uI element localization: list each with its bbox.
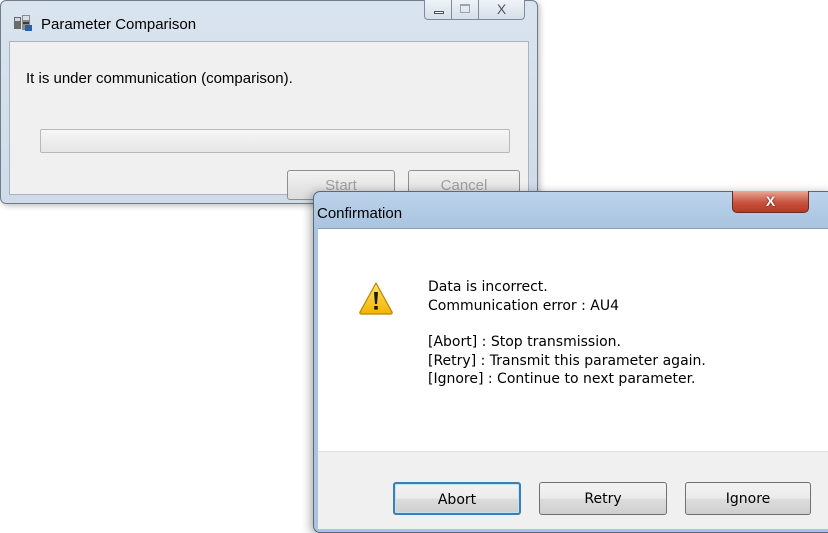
retry-button[interactable]: Retry: [539, 482, 667, 515]
close-icon: X: [765, 193, 776, 209]
parameter-app-icon: [14, 15, 32, 31]
title-bar[interactable]: Parameter Comparison X: [1, 0, 537, 37]
window-title: Parameter Comparison: [41, 16, 197, 33]
message-line: [Retry] : Transmit this parameter again.: [428, 352, 706, 369]
abort-button[interactable]: Abort: [393, 482, 521, 515]
dialog-client-area: Data is incorrect. Communication error :…: [318, 228, 828, 529]
message-line: Data is incorrect.: [428, 279, 548, 295]
dialog-button-bar: Abort Retry Ignore: [318, 451, 828, 529]
ignore-button[interactable]: Ignore: [685, 482, 811, 515]
message-line: [Ignore] : Continue to next parameter.: [428, 371, 696, 387]
message-line: Communication error : AU4: [428, 297, 620, 314]
message-line: [Abort] : Stop transmission.: [428, 334, 621, 350]
message-spacer: [428, 315, 706, 333]
status-text: It is under communication (comparison).: [26, 70, 293, 87]
dialog-close-button[interactable]: X: [732, 191, 809, 213]
window-client-area: It is under communication (comparison). …: [9, 41, 529, 200]
progress-bar: [40, 129, 510, 153]
dialog-title: Confirmation: [317, 205, 403, 222]
close-icon: X: [496, 1, 507, 17]
close-button[interactable]: X: [479, 0, 525, 20]
maximize-button[interactable]: [452, 0, 479, 20]
caption-buttons: X: [424, 0, 525, 20]
dialog-message: Data is incorrect. Communication error :…: [428, 278, 706, 389]
confirmation-dialog: Confirmation X Data is incorrect. Commun…: [313, 191, 828, 533]
parameter-comparison-window: Parameter Comparison X It is under commu…: [0, 0, 538, 204]
warning-icon: [359, 282, 393, 315]
desktop: Parameter Comparison X It is under commu…: [0, 0, 828, 533]
minimize-button[interactable]: [424, 0, 452, 20]
